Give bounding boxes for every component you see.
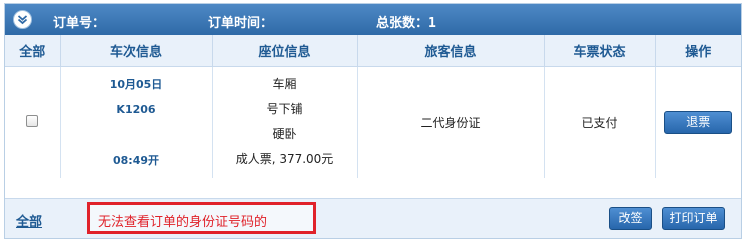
- annotation-note: 无法查看订单的身份证号码的: [98, 215, 268, 230]
- seat-info-cell: 车厢 号下铺 硬卧 成人票, 377.00元: [212, 66, 358, 178]
- order-header: 订单号： 订单时间： 总张数：1: [5, 4, 741, 35]
- order-footer: 全部 无法查看订单的身份证号码的 改签 打印订单: [5, 198, 741, 238]
- fare: 成人票, 377.00元: [235, 152, 334, 167]
- annotation-box: 无法查看订单的身份证号码的: [87, 202, 316, 234]
- order-panel: 订单号： 订单时间： 总张数：1 全部 车次信息 座位信息 旅客信息 车票状态 …: [4, 3, 742, 239]
- actions-cell: 退票: [655, 66, 741, 178]
- collapse-toggle[interactable]: [13, 10, 32, 29]
- column-header-train: 车次信息: [60, 35, 213, 67]
- order-number-label: 订单号：: [53, 16, 106, 31]
- carriage: 车厢: [272, 77, 297, 92]
- chevron-down-icon: [17, 15, 28, 25]
- order-time-label: 订单时间：: [208, 16, 274, 31]
- print-order-button[interactable]: 打印订单: [662, 207, 725, 230]
- select-all-link[interactable]: 全部: [16, 211, 42, 230]
- train-info-cell: 10月05日 K1206 08:49开: [60, 66, 213, 178]
- ticket-count-value: 1: [428, 16, 436, 31]
- seat-class: 硬卧: [272, 127, 297, 142]
- order-number: 订单号：: [53, 12, 105, 31]
- id-type: 二代身份证: [420, 115, 481, 130]
- ticket-count: 总张数：1: [376, 12, 436, 31]
- passenger-info-cell: 二代身份证: [357, 66, 545, 178]
- berth: 号下铺: [266, 102, 303, 117]
- train-number: K1206: [116, 102, 156, 116]
- column-header-actions: 操作: [655, 35, 741, 67]
- ticket-count-label: 总张数：: [376, 16, 429, 31]
- column-header-status: 车票状态: [544, 35, 656, 67]
- refund-button[interactable]: 退票: [664, 110, 733, 134]
- rebook-button[interactable]: 改签: [609, 207, 652, 230]
- ticket-status: 已支付: [581, 115, 618, 130]
- table-header-row: 全部 车次信息 座位信息 旅客信息 车票状态 操作: [5, 35, 741, 67]
- travel-date: 10月05日: [109, 77, 163, 91]
- column-header-seat: 座位信息: [212, 35, 358, 67]
- departure-time: 08:49开: [112, 153, 159, 167]
- ticket-table: 全部 车次信息 座位信息 旅客信息 车票状态 操作 10月05日 K1206 0…: [5, 35, 741, 178]
- select-cell: [5, 66, 61, 178]
- order-time: 订单时间：: [208, 12, 273, 31]
- column-header-passenger: 旅客信息: [357, 35, 545, 67]
- ticket-row: 10月05日 K1206 08:49开 车厢 号下铺 硬卧 成人票, 377.0…: [5, 66, 741, 178]
- ticket-checkbox[interactable]: [26, 114, 39, 127]
- status-cell: 已支付: [544, 66, 656, 178]
- column-header-select-all: 全部: [5, 35, 61, 67]
